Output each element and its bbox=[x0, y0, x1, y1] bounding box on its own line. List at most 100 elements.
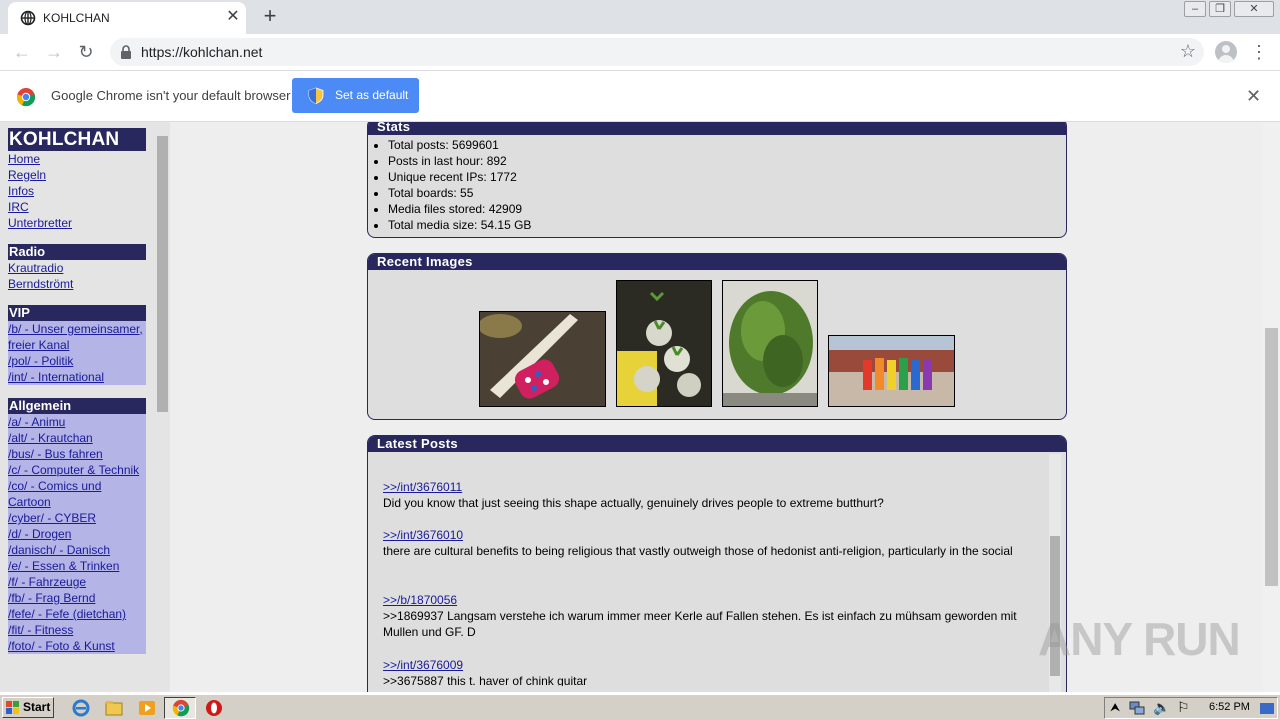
recent-image-thumbnail[interactable] bbox=[479, 311, 606, 407]
nav-link-board-fefe[interactable]: /fefe/ - Fefe (dietchan) bbox=[8, 606, 146, 622]
nav-link-board-bus[interactable]: /bus/ - Bus fahren bbox=[8, 446, 146, 462]
post-text: >>1869937 Langsam verstehe ich warum imm… bbox=[383, 609, 1017, 639]
infobar-close-icon[interactable]: ✕ bbox=[1246, 86, 1261, 107]
nav-link-home[interactable]: Home bbox=[8, 151, 146, 167]
nav-link-board-foto[interactable]: /foto/ - Foto & Kunst bbox=[8, 638, 146, 654]
recent-image-thumbnail[interactable] bbox=[616, 280, 712, 407]
nav-link-board-pol[interactable]: /pol/ - Politik bbox=[8, 353, 146, 369]
infobar-message: Google Chrome isn't your default browser bbox=[51, 88, 291, 103]
nav-link-board-danisch[interactable]: /danisch/ - Danisch bbox=[8, 542, 146, 558]
recent-image-thumbnail[interactable] bbox=[828, 335, 955, 407]
stats-list: Total posts: 5699601 Posts in last hour:… bbox=[368, 137, 1066, 233]
nav-link-regeln[interactable]: Regeln bbox=[8, 167, 146, 183]
joint-photo-icon bbox=[480, 312, 605, 406]
start-button[interactable]: Start bbox=[2, 697, 54, 718]
nav-link-berndstroemt[interactable]: Berndströmt bbox=[8, 276, 146, 292]
stats-box: Stats Total posts: 5699601 Posts in last… bbox=[367, 122, 1067, 238]
stat-media-files: Media files stored: 42909 bbox=[388, 201, 1066, 217]
post-entry: >>/b/1870056 >>1869937 Langsam verstehe … bbox=[383, 592, 1043, 640]
post-entry: >>/int/3676011 Did you know that just se… bbox=[383, 479, 1043, 511]
media-player-icon[interactable] bbox=[138, 699, 156, 717]
post-link[interactable]: >>/int/3676009 bbox=[383, 657, 1043, 673]
lock-icon bbox=[121, 45, 131, 59]
nav-section-vip-header: VIP bbox=[8, 305, 146, 321]
nav-link-krautradio[interactable]: Krautradio bbox=[8, 260, 146, 276]
nav-scrollbar[interactable] bbox=[155, 122, 170, 692]
nav-link-board-alt[interactable]: /alt/ - Krautchan bbox=[8, 430, 146, 446]
folder-icon[interactable] bbox=[105, 699, 123, 717]
network-icon[interactable] bbox=[1129, 701, 1145, 716]
restore-button[interactable]: ❐ bbox=[1209, 1, 1231, 17]
nav-section-allgemein-header: Allgemein bbox=[8, 398, 146, 414]
windows-flag-icon bbox=[6, 701, 19, 714]
nav-section-radio-header: Radio bbox=[8, 244, 146, 260]
left-nav-frame: KOHLCHAN Home Regeln Infos IRC Unterbret… bbox=[0, 122, 170, 692]
post-text: there are cultural benefits to being rel… bbox=[383, 544, 1013, 558]
page-scrollbar-thumb[interactable] bbox=[1265, 328, 1278, 586]
tab-close-icon[interactable]: ✕ bbox=[224, 8, 242, 26]
nav-link-board-fb[interactable]: /fb/ - Frag Bernd bbox=[8, 590, 146, 606]
page-viewport: KOHLCHAN Home Regeln Infos IRC Unterbret… bbox=[0, 122, 1280, 692]
nav-link-board-fit[interactable]: /fit/ - Fitness bbox=[8, 622, 146, 638]
nav-section-vip: /b/ - Unser gemeinsamer, freier Kanal /p… bbox=[8, 321, 146, 385]
nav-link-board-d[interactable]: /d/ - Drogen bbox=[8, 526, 146, 542]
nav-link-board-a[interactable]: /a/ - Animu bbox=[8, 414, 146, 430]
site-title: KOHLCHAN bbox=[8, 128, 146, 151]
latest-posts-list: >>/int/3676011 Did you know that just se… bbox=[368, 452, 1051, 686]
post-link[interactable]: >>/int/3676011 bbox=[383, 479, 1043, 495]
stat-total-boards: Total boards: 55 bbox=[388, 185, 1066, 201]
nav-link-board-c[interactable]: /c/ - Computer & Technik bbox=[8, 462, 146, 478]
start-label: Start bbox=[23, 700, 51, 714]
nav-link-board-f[interactable]: /f/ - Fahrzeuge bbox=[8, 574, 146, 590]
action-center-flag-icon[interactable]: ⚐ bbox=[1177, 699, 1190, 716]
bookmark-star-icon[interactable]: ☆ bbox=[1180, 41, 1196, 62]
nav-link-infos[interactable]: Infos bbox=[8, 183, 146, 199]
page-scrollbar[interactable] bbox=[1263, 122, 1280, 692]
post-entry: >>/int/3676010 there are cultural benefi… bbox=[383, 527, 1043, 559]
nav-link-board-co[interactable]: /co/ - Comics und Cartoon bbox=[8, 478, 146, 510]
internet-explorer-icon[interactable] bbox=[72, 699, 90, 717]
set-as-default-label: Set as default bbox=[335, 88, 409, 102]
stat-media-size: Total media size: 54.15 GB bbox=[388, 217, 1066, 233]
latest-posts-box: Latest Posts >>/int/3676011 Did you know… bbox=[367, 435, 1067, 692]
nav-link-board-int[interactable]: /int/ - International bbox=[8, 369, 146, 385]
recent-image-thumbnail[interactable] bbox=[722, 280, 818, 407]
nav-link-board-cyber[interactable]: /cyber/ - CYBER bbox=[8, 510, 146, 526]
nav-link-board-b[interactable]: /b/ - Unser gemeinsamer, freier Kanal bbox=[8, 321, 146, 353]
reload-button[interactable]: ↻ bbox=[74, 40, 98, 64]
uac-shield-icon bbox=[308, 87, 324, 104]
volume-icon[interactable]: 🔈 bbox=[1153, 699, 1170, 716]
tab-kohlchan[interactable]: KOHLCHAN ✕ bbox=[8, 2, 246, 34]
latest-posts-header: Latest Posts bbox=[368, 436, 1066, 452]
show-desktop-icon[interactable] bbox=[1260, 701, 1274, 716]
recent-images-box: Recent Images bbox=[367, 253, 1067, 420]
opera-icon[interactable] bbox=[205, 699, 223, 717]
post-link[interactable]: >>/int/3676010 bbox=[383, 527, 1043, 543]
forward-button[interactable]: → bbox=[42, 40, 66, 64]
tray-expand-icon[interactable]: ⮝ bbox=[1110, 700, 1120, 715]
nav-link-board-e[interactable]: /e/ - Essen & Trinken bbox=[8, 558, 146, 574]
window-close-button[interactable]: ✕ bbox=[1234, 1, 1274, 17]
clock[interactable]: 6:52 PM bbox=[1209, 701, 1250, 713]
minimize-button[interactable]: ‒ bbox=[1184, 1, 1206, 17]
set-as-default-button[interactable]: Set as default bbox=[292, 78, 419, 113]
chrome-menu-icon[interactable]: ⋮ bbox=[1250, 42, 1268, 62]
address-bar[interactable]: https://kohlchan.net ☆ bbox=[110, 38, 1204, 66]
nav-scrollbar-thumb[interactable] bbox=[157, 136, 168, 412]
recent-images-header: Recent Images bbox=[368, 254, 1066, 270]
post-entry: >>/int/3676009 >>3675887 this t. haver o… bbox=[383, 657, 1043, 686]
profile-avatar-icon[interactable] bbox=[1215, 41, 1237, 63]
taskbar-chrome-button[interactable] bbox=[164, 697, 196, 719]
new-tab-button[interactable]: + bbox=[260, 5, 280, 27]
nav-link-irc[interactable]: IRC bbox=[8, 199, 146, 215]
windows-taskbar: Start ⮝ 🔈 ⚐ 6:52 PM bbox=[0, 694, 1280, 720]
globe-icon bbox=[20, 10, 36, 26]
back-button[interactable]: ← bbox=[10, 40, 34, 64]
chrome-taskbar-icon bbox=[172, 699, 190, 717]
main-links: Home Regeln Infos IRC Unterbretter bbox=[8, 151, 146, 231]
stats-header: Stats bbox=[368, 122, 1066, 135]
post-link[interactable]: >>/b/1870056 bbox=[383, 592, 1043, 608]
nav-link-unterbretter[interactable]: Unterbretter bbox=[8, 215, 146, 231]
nav-section-allgemein: /a/ - Animu /alt/ - Krautchan /bus/ - Bu… bbox=[8, 414, 146, 654]
anyrun-watermark: ANY RUN bbox=[1038, 613, 1241, 665]
